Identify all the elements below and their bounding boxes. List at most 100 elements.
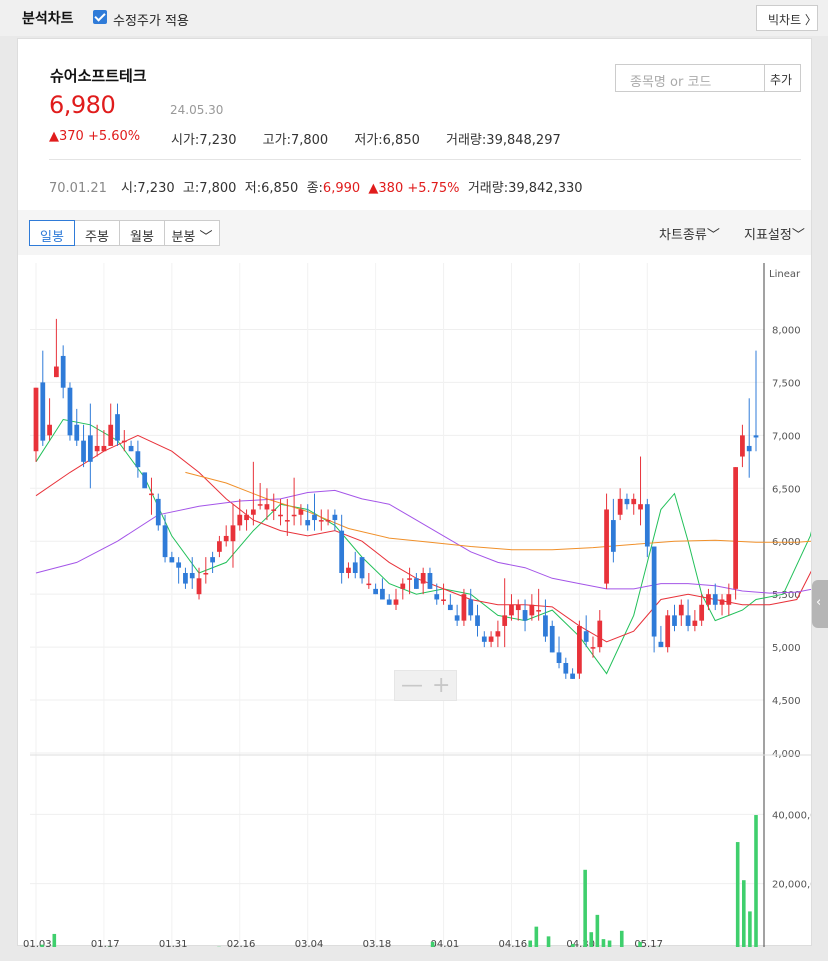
date-tick-label: 01.17	[91, 939, 120, 947]
candle-body	[549, 625, 555, 653]
candle-body	[543, 615, 548, 637]
volume-bar	[595, 914, 600, 947]
high-stat: 고가:7,800	[262, 133, 329, 148]
candle-body	[740, 435, 745, 457]
tab-weekly[interactable]: 주봉	[74, 220, 120, 246]
candle-body	[94, 445, 100, 452]
candle-body	[346, 567, 351, 573]
candle-body	[380, 588, 385, 600]
volume-bar	[754, 815, 758, 947]
volume-bar	[571, 943, 575, 947]
candle-body	[719, 599, 725, 605]
price-tick-label: 8,000	[772, 325, 801, 336]
adjusted-price-checkbox[interactable]	[93, 10, 107, 24]
zoom-controls: — +	[394, 670, 457, 701]
candle-body	[47, 424, 52, 436]
candle-body	[577, 625, 582, 674]
candle-body	[162, 525, 168, 558]
candle-body	[590, 647, 596, 649]
tab-monthly[interactable]: 월봉	[119, 220, 165, 246]
candle-body	[658, 641, 664, 648]
date-tick-label: 03.18	[363, 939, 392, 947]
adjusted-price-label[interactable]: 수정주가 적용	[113, 10, 189, 29]
candle-body	[746, 445, 752, 452]
add-stock-button[interactable]: 추가	[764, 64, 801, 92]
price-tick-label: 5,000	[772, 643, 801, 654]
candle-body	[67, 387, 73, 436]
volume-tick-label: 40,000,000	[772, 810, 811, 821]
stock-search-input[interactable]: 종목명 or 코드	[615, 64, 769, 92]
volume-bar	[528, 940, 533, 947]
tab-daily[interactable]: 일봉	[29, 220, 75, 246]
candle-body	[475, 615, 480, 626]
volume-bar	[638, 941, 642, 947]
candle-body	[583, 631, 589, 642]
indicator-settings-dropdown[interactable]: 지표설정﹀	[744, 224, 805, 243]
candle-body	[74, 424, 80, 441]
candle-body	[454, 615, 460, 621]
candle-body	[352, 562, 358, 573]
date-tick-label: 01.31	[159, 939, 188, 947]
info-volume-label: 거래량	[467, 181, 504, 196]
zoom-out-icon[interactable]: —	[401, 673, 423, 698]
chart-type-dropdown[interactable]: 차트종류﹀	[659, 224, 720, 243]
collapse-panel-handle[interactable]: ‹	[812, 580, 828, 628]
candle-body	[672, 615, 677, 626]
candle-body	[495, 631, 501, 637]
volume-bar	[583, 869, 587, 947]
candle-body	[121, 440, 127, 443]
candle-body	[183, 573, 188, 584]
volume-bar	[601, 939, 606, 947]
low-stat: 저가:6,850	[354, 133, 420, 148]
chart-toolbar: 일봉 주봉 월봉 분봉 ﹀ 차트종류﹀ 지표설정﹀	[18, 210, 811, 255]
chart-panel: 슈어소프트테크 6,980 24.05.30 ▲370 +5.60% 시가:7,…	[17, 38, 812, 947]
chart-canvas[interactable]: 8,0007,5007,0006,5006,0005,5005,0004,500…	[18, 255, 811, 947]
moving-average-line	[35, 418, 811, 675]
candle-body	[509, 604, 514, 616]
candle-body	[101, 445, 107, 452]
candle-body	[604, 509, 609, 584]
volume-bar	[589, 932, 594, 947]
candle-body	[332, 514, 338, 521]
price-date: 24.05.30	[170, 103, 224, 117]
zoom-in-icon[interactable]: +	[432, 673, 450, 698]
candle-body	[33, 387, 39, 452]
candle-body	[135, 451, 141, 468]
candle-body	[712, 594, 718, 605]
candle-body	[488, 636, 494, 642]
candle-body	[481, 636, 487, 642]
candle-body	[610, 520, 616, 552]
volume-tick-label: 20,000,000	[772, 880, 811, 891]
candle-body	[108, 424, 114, 446]
top-bar: 분석차트 수정주가 적용 빅차트 〉	[0, 0, 828, 36]
candle-body	[631, 498, 637, 505]
info-open: 7,230	[137, 181, 175, 196]
date-tick-label: 03.04	[295, 939, 324, 947]
candle-body	[617, 498, 623, 515]
open-stat: 시가:7,230	[171, 133, 237, 148]
volume-bar	[607, 940, 612, 947]
date-tick-label: 01.03	[23, 939, 52, 947]
candle-body	[284, 520, 290, 522]
candle-body	[203, 573, 209, 575]
price-chart[interactable]: 8,000 7,500 7,000 6,500 6,000 5,500 5,000 4,500…	[18, 255, 811, 947]
candle-body	[40, 382, 46, 441]
candle-body	[298, 509, 304, 515]
big-chart-button[interactable]: 빅차트 〉	[756, 5, 818, 31]
candle-body	[427, 573, 433, 589]
candle-body	[373, 588, 378, 595]
candle-body	[726, 594, 732, 605]
tab-minute[interactable]: 분봉 ﹀	[164, 220, 220, 246]
candle-body	[176, 562, 182, 568]
price-tick-label: 7,000	[772, 431, 801, 442]
candle-body	[257, 504, 263, 506]
info-change: ▲380 +5.75%	[368, 181, 460, 196]
info-high-label: 고	[182, 181, 195, 196]
candle-body	[223, 535, 229, 542]
volume-bar	[735, 842, 740, 947]
price-stats: 시가:7,230 고가:7,800 저가:6,850 거래량:39,848,29…	[171, 129, 583, 148]
candle-body	[149, 493, 154, 496]
volume-bar	[52, 933, 57, 947]
candle-body	[366, 583, 372, 586]
volume-bar	[534, 926, 539, 947]
